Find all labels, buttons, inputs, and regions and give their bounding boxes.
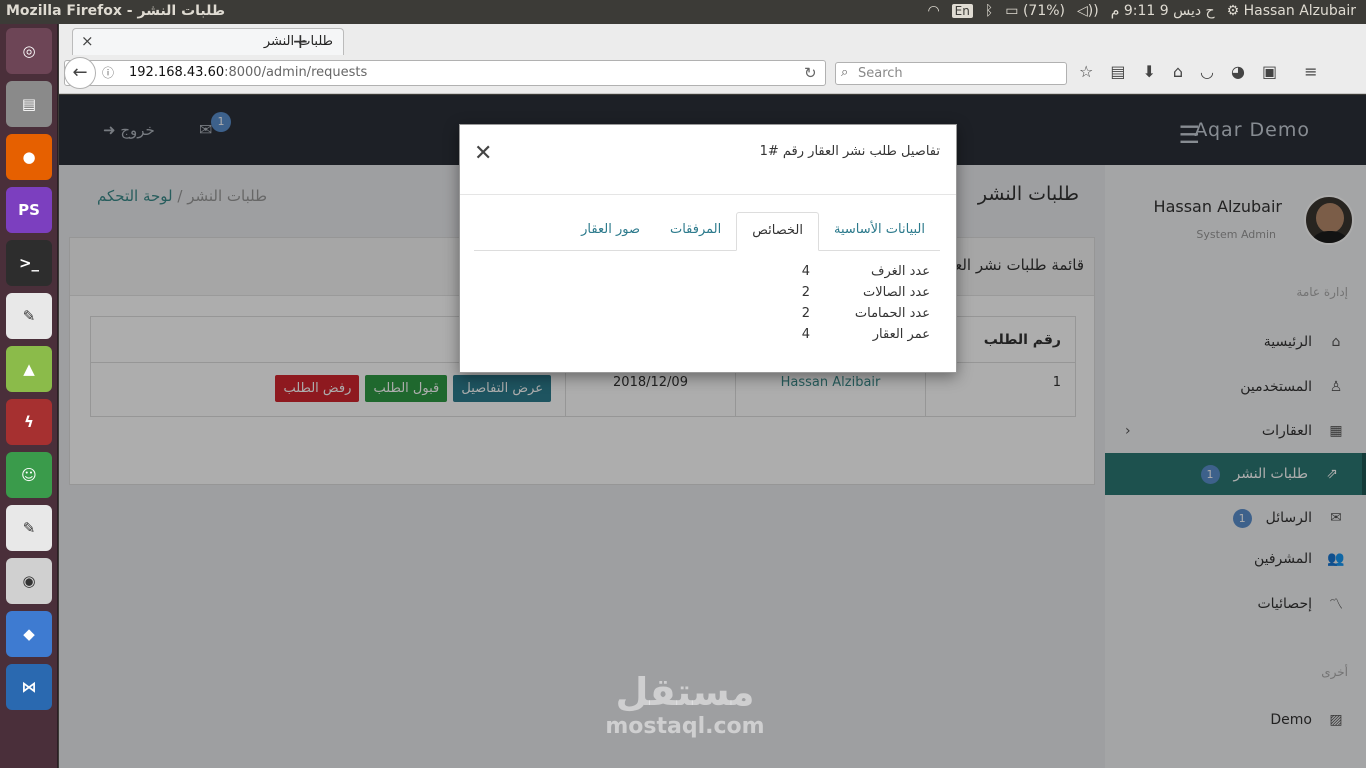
pocket-icon[interactable]: ◡ (1200, 62, 1214, 81)
library-icon[interactable]: ▤ (1110, 62, 1125, 81)
battery-indicator[interactable]: ▭ (71%) (1005, 3, 1065, 19)
image-app-icon[interactable]: ☺ (6, 452, 52, 498)
bluetooth-icon[interactable]: ᛒ (985, 3, 993, 19)
list-item: عمر العقار 4 (801, 327, 930, 342)
back-button[interactable]: ← (64, 57, 96, 89)
search-input[interactable]: ⌕ Search (835, 62, 1067, 85)
list-item: عدد الغرف 4 (801, 264, 930, 279)
volume-icon[interactable]: ◁)) (1077, 3, 1099, 19)
os-top-bar: Mozilla Firefox - طلبات النشر ◠ En ᛒ ▭ (… (0, 0, 1366, 24)
ubuntu-launcher: ◎ ▤ ● PS >_ ✎ ▲ ϟ ☺ ✎ ◉ ◆ ⋈ (0, 24, 58, 768)
virtualbox-icon[interactable]: ◆ (6, 611, 52, 657)
watermark: مستقل mostaql.com (605, 670, 765, 739)
browser-chrome: طلبات النشر × + 192.168.43.60:8000/admin… (59, 24, 1366, 94)
menu-icon[interactable]: ≡ (1304, 62, 1317, 81)
files-icon[interactable]: ▤ (6, 81, 52, 127)
firefox-icon[interactable]: ● (6, 134, 52, 180)
system-tray: ◠ En ᛒ ▭ (71%) ◁)) ح ديس 9 9:11 م ⚙ Hass… (927, 3, 1356, 19)
extension-icon[interactable]: ◕ (1231, 62, 1245, 81)
url-bar[interactable]: 192.168.43.60:8000/admin/requests (64, 60, 826, 86)
browser-toolbar-icons: ☆ ▤ ⬇ ⌂ ◡ ◕ ▣ ≡ (1079, 62, 1318, 81)
phpstorm-icon[interactable]: PS (6, 187, 52, 233)
shield-icon[interactable]: ▣ (1262, 62, 1277, 81)
close-icon[interactable]: ✕ (474, 141, 492, 166)
tab-photos[interactable]: صور العقار (566, 212, 655, 250)
modal-header: تفاصيل طلب نشر العقار رقم #1 ✕ (460, 125, 956, 195)
modal-tabs: البيانات الأساسية الخصائص المرفقات صور ا… (474, 212, 940, 251)
tab-basic-info[interactable]: البيانات الأساسية (819, 212, 940, 250)
bookmark-star-icon[interactable]: ☆ (1079, 62, 1093, 81)
camera-icon[interactable]: ◉ (6, 558, 52, 604)
close-tab-icon[interactable]: × (81, 32, 94, 50)
request-details-modal: تفاصيل طلب نشر العقار رقم #1 ✕ البيانات … (459, 124, 957, 373)
window-title: Mozilla Firefox - طلبات النشر (6, 3, 226, 19)
new-tab-icon[interactable]: + (292, 29, 309, 53)
tab-attachments[interactable]: المرفقات (655, 212, 736, 250)
download-icon[interactable]: ⬇ (1142, 62, 1155, 81)
modal-title: تفاصيل طلب نشر العقار رقم #1 (759, 144, 940, 159)
site-info-icon[interactable]: ⓘ (102, 64, 114, 81)
android-studio-icon[interactable]: ▲ (6, 346, 52, 392)
reload-icon[interactable]: ↻ (804, 64, 817, 82)
keyboard-layout[interactable]: En (951, 4, 973, 18)
tab-features[interactable]: الخصائص (736, 212, 819, 251)
list-item: عدد الحمامات 2 (801, 306, 930, 321)
list-item: عدد الصالات 2 (801, 285, 930, 300)
session-user[interactable]: ⚙ Hassan Alzubair (1227, 3, 1356, 19)
filezilla-icon[interactable]: ϟ (6, 399, 52, 445)
search-icon: ⌕ (841, 65, 849, 80)
wifi-icon[interactable]: ◠ (927, 3, 939, 19)
ubuntu-dash-icon[interactable]: ◎ (6, 28, 52, 74)
home-icon[interactable]: ⌂ (1173, 62, 1183, 81)
features-list: عدد الغرف 4 عدد الصالات 2 عدد الحمامات 2 عم… (780, 264, 930, 348)
clock[interactable]: ح ديس 9 9:11 م (1111, 3, 1215, 19)
terminal-icon[interactable]: >_ (6, 240, 52, 286)
vscode-icon[interactable]: ⋈ (6, 664, 52, 710)
gedit-icon[interactable]: ✎ (6, 505, 52, 551)
text-editor-icon[interactable]: ✎ (6, 293, 52, 339)
